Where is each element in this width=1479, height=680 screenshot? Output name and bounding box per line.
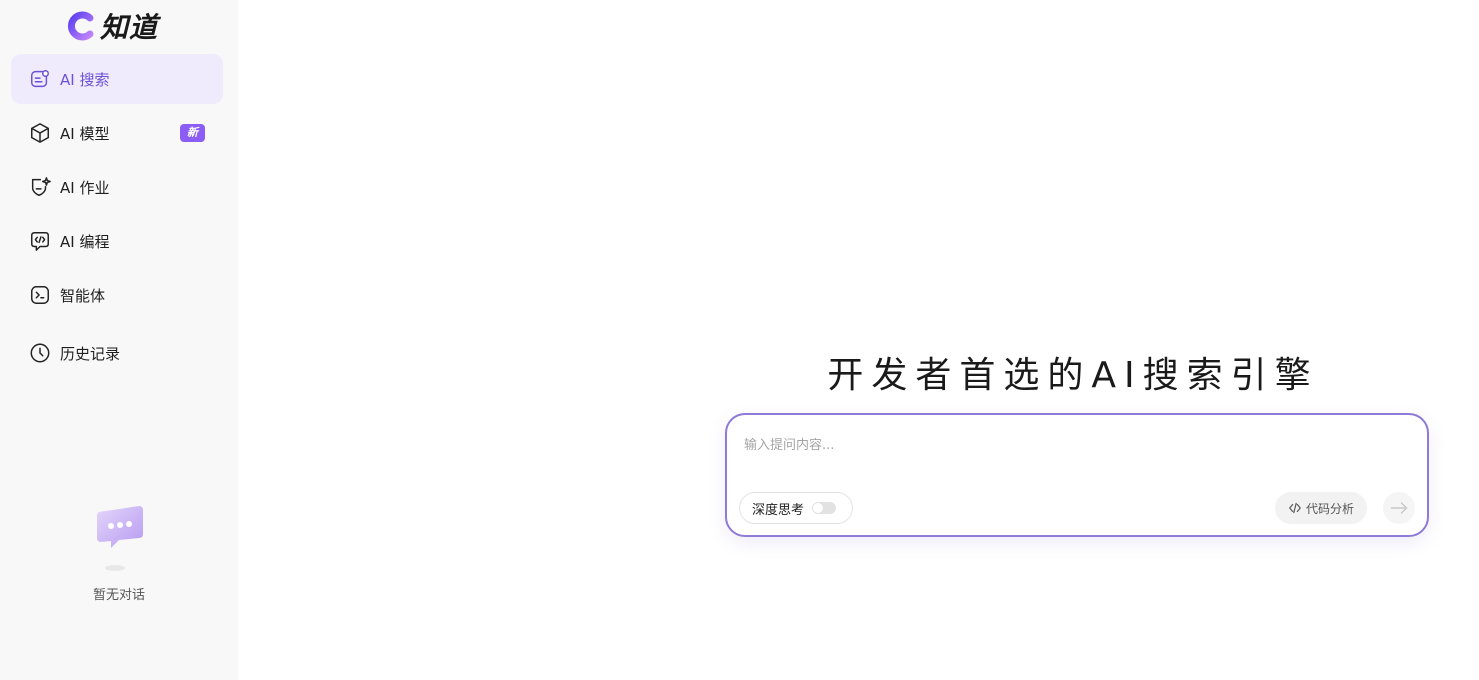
terminal-icon [28,283,52,307]
prompt-composer: 深度思考 代码分析 [725,413,1429,537]
sidebar-item-history[interactable]: 历史记录 [11,328,223,378]
prompt-input[interactable] [744,433,1404,457]
sidebar-item-label: AI 编程 [60,232,110,251]
sidebar-nav: AI 搜索 AI 模型 新 AI 作业 AI 编程 智能体 历史记录 [11,54,223,382]
main-area: 开发者首选的AI搜索引擎 深度思考 代码分析 [238,0,1479,680]
sidebar-item-label: AI 搜索 [60,70,110,89]
send-button[interactable] [1383,492,1415,524]
new-badge: 新 [180,124,205,142]
sidebar: 知道 AI 搜索 AI 模型 新 AI 作业 AI 编程 智能体 历史记录 暂无… [0,0,238,680]
deep-think-switch[interactable] [812,502,837,514]
logo-mark-icon [68,11,94,41]
code-analysis-button[interactable]: 代码分析 [1275,492,1367,524]
page-headline: 开发者首选的AI搜索引擎 [827,355,1319,396]
shield-sparkle-icon [28,175,52,199]
sidebar-item-label: AI 作业 [60,178,110,197]
code-analysis-label: 代码分析 [1305,501,1354,516]
code-icon [1289,502,1301,514]
sidebar-item-ai-homework[interactable]: AI 作业 [11,162,223,212]
app-root: 知道 AI 搜索 AI 模型 新 AI 作业 AI 编程 智能体 历史记录 暂无… [0,0,1479,680]
deep-think-toggle-button[interactable]: 深度思考 [739,492,853,524]
code-bubble-icon [28,229,52,253]
clock-icon [28,341,52,365]
cube-icon [28,121,52,145]
chat-bubble-illustration-icon [97,506,143,571]
sidebar-item-label: 智能体 [60,286,106,305]
sidebar-item-ai-coding[interactable]: AI 编程 [11,216,223,266]
arrow-right-icon [1390,502,1408,514]
sidebar-item-agents[interactable]: 智能体 [11,270,223,320]
deep-think-label: 深度思考 [752,502,805,518]
brand-name: 知道 [100,11,159,44]
sidebar-item-label: AI 模型 [60,124,110,143]
empty-conversations: 暂无对话 [0,498,238,603]
sidebar-item-label: 历史记录 [60,344,121,363]
sidebar-item-ai-model[interactable]: AI 模型 新 [11,108,223,158]
logo[interactable]: 知道 [66,8,158,44]
ai-search-icon [28,67,52,91]
empty-text: 暂无对话 [92,588,145,603]
sidebar-item-ai-search[interactable]: AI 搜索 [11,54,223,104]
